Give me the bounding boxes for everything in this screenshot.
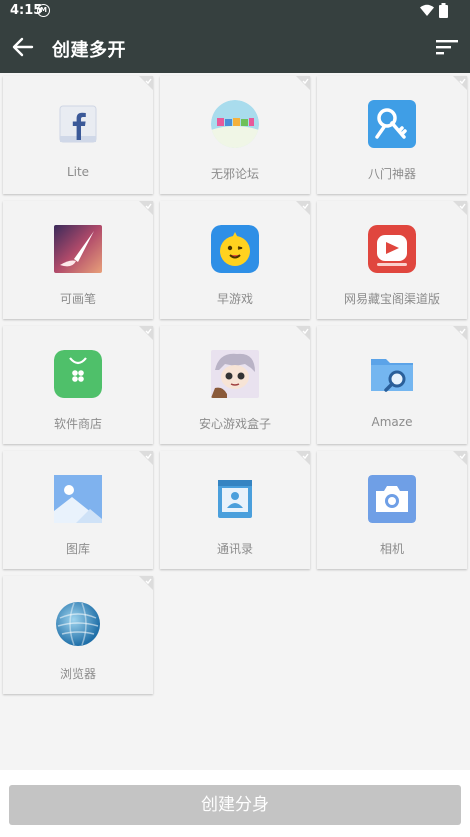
bottom-action-bar: 创建分身: [0, 770, 470, 837]
app-label: 通讯录: [216, 542, 253, 556]
app-store-icon: [54, 350, 102, 398]
app-tile[interactable]: 浏览器: [3, 576, 153, 694]
check-corner-icon[interactable]: [453, 326, 467, 340]
browser-icon: [54, 600, 102, 648]
sort-icon[interactable]: [436, 37, 458, 57]
app-label: 软件商店: [53, 417, 102, 431]
anime-game-box-icon: [211, 350, 259, 398]
check-corner-icon[interactable]: [453, 451, 467, 465]
app-label: 安心游戏盒子: [198, 417, 271, 431]
brush-icon: [54, 225, 102, 273]
check-corner-icon[interactable]: [139, 76, 153, 90]
app-tile[interactable]: 软件商店: [3, 326, 153, 444]
notification-badge-icon: M: [37, 4, 50, 17]
check-corner-icon[interactable]: [139, 576, 153, 590]
zao-game-icon: [211, 225, 259, 273]
app-label: 图库: [65, 542, 90, 556]
app-bar: 创建多开: [0, 22, 470, 73]
battery-icon: [439, 3, 448, 18]
app-label: 可画笔: [59, 292, 96, 306]
check-corner-icon[interactable]: [139, 451, 153, 465]
app-tile[interactable]: 无邪论坛: [160, 76, 310, 194]
app-label: 相机: [379, 542, 404, 556]
app-tile[interactable]: 网易藏宝阁渠道版: [317, 201, 467, 319]
back-arrow-icon[interactable]: [10, 34, 36, 60]
check-corner-icon[interactable]: [453, 76, 467, 90]
app-label: Lite: [66, 165, 90, 179]
app-label: 网易藏宝阁渠道版: [343, 292, 440, 306]
netease-treasure-icon: [368, 225, 416, 273]
app-tile[interactable]: 可画笔: [3, 201, 153, 319]
camera-icon: [368, 475, 416, 523]
app-tile[interactable]: 安心游戏盒子: [160, 326, 310, 444]
wifi-icon: [420, 4, 434, 16]
check-corner-icon[interactable]: [139, 201, 153, 215]
contacts-icon: [211, 475, 259, 523]
facebook-icon: [54, 100, 102, 148]
status-bar: 4:15 M: [0, 0, 470, 22]
create-clone-button[interactable]: 创建分身: [9, 785, 461, 825]
app-label: 早游戏: [216, 292, 253, 306]
app-tile[interactable]: 早游戏: [160, 201, 310, 319]
check-corner-icon[interactable]: [296, 451, 310, 465]
wuxie-forum-icon: [211, 100, 259, 148]
check-corner-icon[interactable]: [296, 326, 310, 340]
check-corner-icon[interactable]: [139, 326, 153, 340]
app-tile[interactable]: Amaze: [317, 326, 467, 444]
check-corner-icon[interactable]: [453, 201, 467, 215]
app-tile[interactable]: 相机: [317, 451, 467, 569]
app-tile[interactable]: 图库: [3, 451, 153, 569]
gallery-icon: [54, 475, 102, 523]
app-tile[interactable]: 八门神器: [317, 76, 467, 194]
app-label: 八门神器: [367, 167, 416, 181]
app-label: Amaze: [371, 415, 413, 429]
app-label: 无邪论坛: [210, 167, 259, 181]
app-tile[interactable]: Lite: [3, 76, 153, 194]
check-corner-icon[interactable]: [296, 201, 310, 215]
app-label: 浏览器: [59, 667, 96, 681]
bamen-key-icon: [368, 100, 416, 148]
folder-search-icon: [368, 350, 416, 398]
app-tile[interactable]: 通讯录: [160, 451, 310, 569]
check-corner-icon[interactable]: [296, 76, 310, 90]
page-title: 创建多开: [52, 40, 126, 61]
